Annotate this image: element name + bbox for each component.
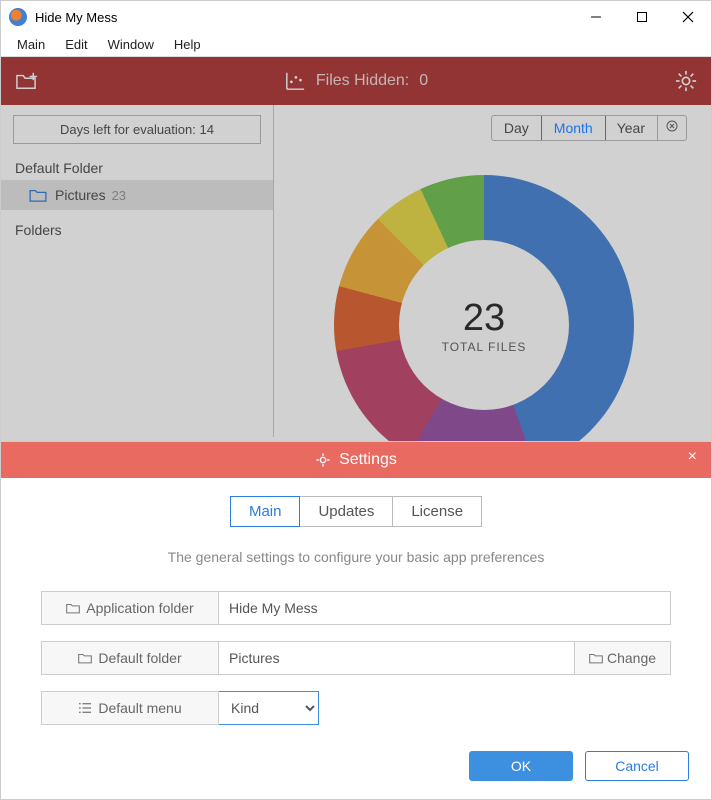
settings-close-button[interactable]: ×: [688, 448, 697, 466]
settings-button[interactable]: [673, 68, 699, 94]
timeframe-day[interactable]: Day: [492, 116, 542, 140]
tab-updates[interactable]: Updates: [300, 496, 393, 527]
gear-icon: [675, 70, 697, 92]
app-icon: [9, 8, 27, 26]
maximize-icon: [636, 11, 648, 23]
chart-icon: [284, 71, 306, 91]
settings-panel: Settings × Main Updates License The gene…: [1, 441, 711, 799]
default-folder-value[interactable]: Pictures: [219, 641, 575, 675]
app-folder-value: Hide My Mess: [219, 591, 671, 625]
folder-count: 23: [112, 188, 126, 203]
sidebar: Days left for evaluation: 14 Default Fol…: [1, 105, 274, 437]
field-application-folder: Application folder Hide My Mess: [41, 591, 671, 625]
timeframe-clear[interactable]: [658, 116, 686, 140]
content-area: Day Month Year 23 TOTAL FILES: [274, 105, 711, 437]
settings-title: Settings: [339, 451, 397, 469]
tab-license[interactable]: License: [393, 496, 482, 527]
titlebar: Hide My Mess: [1, 1, 711, 33]
list-icon: [78, 702, 92, 714]
add-folder-icon: [15, 71, 37, 91]
field-default-menu: Default menu Kind: [41, 691, 671, 725]
maximize-button[interactable]: [619, 1, 665, 33]
default-menu-label: Default menu: [41, 691, 219, 725]
dialog-buttons: OK Cancel: [469, 751, 689, 781]
menu-edit[interactable]: Edit: [55, 35, 97, 54]
toolbar: Files Hidden: 0: [1, 57, 711, 105]
folder-icon: [589, 652, 603, 664]
settings-titlebar: Settings ×: [1, 442, 711, 478]
total-files-value: 23: [463, 297, 505, 340]
settings-tabs: Main Updates License: [41, 496, 671, 527]
eval-label: Days left for evaluation:: [60, 122, 196, 137]
timeframe-selector: Day Month Year: [491, 115, 687, 141]
minimize-button[interactable]: [573, 1, 619, 33]
folders-section: Folders: [1, 218, 273, 242]
timeframe-month[interactable]: Month: [541, 115, 606, 141]
menubar: Main Edit Window Help: [1, 33, 711, 57]
files-hidden-label: Files Hidden:: [316, 72, 409, 90]
cancel-button[interactable]: Cancel: [585, 751, 689, 781]
folder-row-pictures[interactable]: Pictures 23: [1, 180, 273, 210]
default-menu-select[interactable]: Kind: [219, 691, 319, 725]
default-folder-label: Default folder: [41, 641, 219, 675]
files-donut-chart: 23 TOTAL FILES: [334, 175, 634, 475]
folder-icon: [78, 652, 92, 664]
default-folder-section: Default Folder: [1, 156, 273, 180]
menu-window[interactable]: Window: [98, 35, 164, 54]
field-default-folder: Default folder Pictures Change: [41, 641, 671, 675]
total-files-label: TOTAL FILES: [442, 340, 527, 354]
add-folder-button[interactable]: [13, 68, 39, 94]
folder-name: Pictures: [55, 187, 106, 203]
close-icon: [682, 11, 694, 23]
clear-icon: [666, 120, 678, 132]
app-folder-label: Application folder: [41, 591, 219, 625]
main-area: Days left for evaluation: 14 Default Fol…: [1, 105, 711, 437]
menu-help[interactable]: Help: [164, 35, 211, 54]
gear-icon: [315, 452, 331, 468]
menu-main[interactable]: Main: [7, 35, 55, 54]
window-title: Hide My Mess: [35, 10, 117, 25]
settings-description: The general settings to configure your b…: [41, 549, 671, 565]
eval-days: 14: [200, 122, 214, 137]
ok-button[interactable]: OK: [469, 751, 573, 781]
folder-icon: [29, 188, 47, 202]
minimize-icon: [590, 11, 602, 23]
evaluation-banner: Days left for evaluation: 14: [13, 115, 261, 144]
timeframe-year[interactable]: Year: [605, 116, 658, 140]
change-folder-button[interactable]: Change: [575, 641, 671, 675]
files-hidden-status: Files Hidden: 0: [284, 71, 428, 91]
tab-main[interactable]: Main: [230, 496, 301, 527]
close-button[interactable]: [665, 1, 711, 33]
folder-icon: [66, 602, 80, 614]
files-hidden-count: 0: [419, 72, 428, 90]
